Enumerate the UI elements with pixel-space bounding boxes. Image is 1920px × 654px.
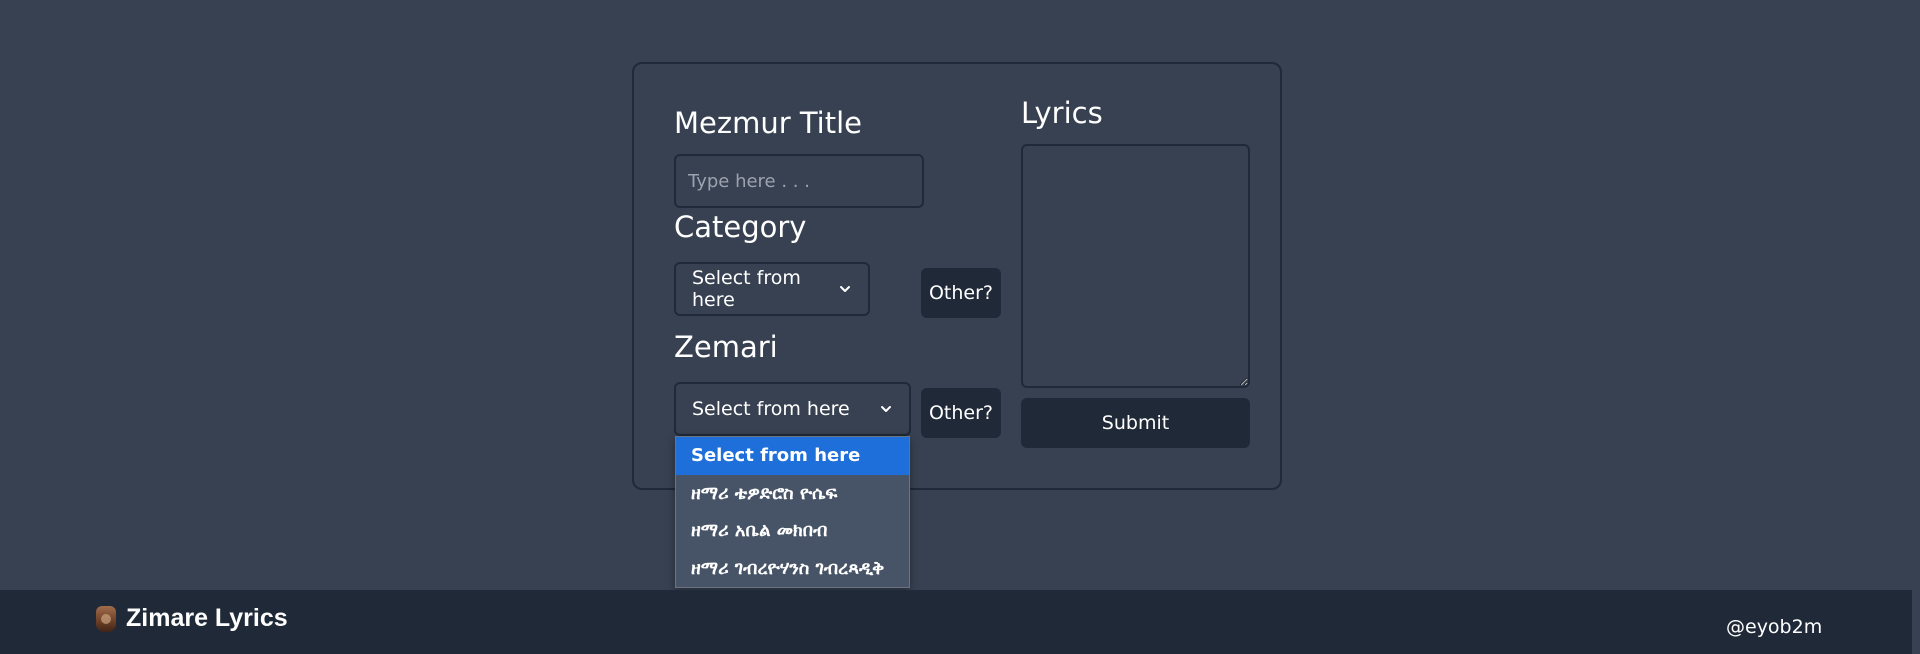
category-select-value: Select from here (692, 267, 801, 311)
dropdown-option[interactable]: ዘማሪ አቤል መክበብ (676, 512, 909, 550)
chevron-down-icon (840, 286, 850, 292)
footer-bar: Zimare Lyrics @eyob2m (0, 590, 1912, 654)
zemari-select[interactable]: Select from here (674, 382, 911, 436)
dropdown-option[interactable]: ዘማሪ ገብረዮሃንስ ገብረጻዲቅ (676, 550, 909, 588)
lyrics-textarea[interactable] (1021, 144, 1250, 388)
zemari-select-value: Select from here (692, 398, 850, 420)
dropdown-option[interactable]: Select from here (676, 437, 909, 475)
logo-icon (96, 605, 116, 632)
category-other-button[interactable]: Other? (921, 268, 1001, 318)
mezmur-title-label: Mezmur Title (674, 106, 863, 140)
chevron-down-icon (881, 406, 891, 412)
category-select[interactable]: Select from here (674, 262, 870, 316)
brand-name: Zimare Lyrics (126, 604, 288, 632)
zemari-label: Zemari (674, 330, 778, 364)
author-handle[interactable]: @eyob2m (1726, 616, 1822, 638)
submit-button[interactable]: Submit (1021, 398, 1250, 448)
mezmur-title-input[interactable] (674, 154, 924, 208)
dropdown-option[interactable]: ዘማሪ ቴዎድሮስ ዮሴፍ (676, 475, 909, 513)
zemari-other-button[interactable]: Other? (921, 388, 1001, 438)
lyrics-label: Lyrics (1021, 96, 1103, 130)
zemari-dropdown-list: Select from here ዘማሪ ቴዎድሮስ ዮሴፍ ዘማሪ አቤል መ… (675, 436, 910, 588)
category-label: Category (674, 210, 807, 244)
footer-brand[interactable]: Zimare Lyrics (96, 604, 288, 633)
